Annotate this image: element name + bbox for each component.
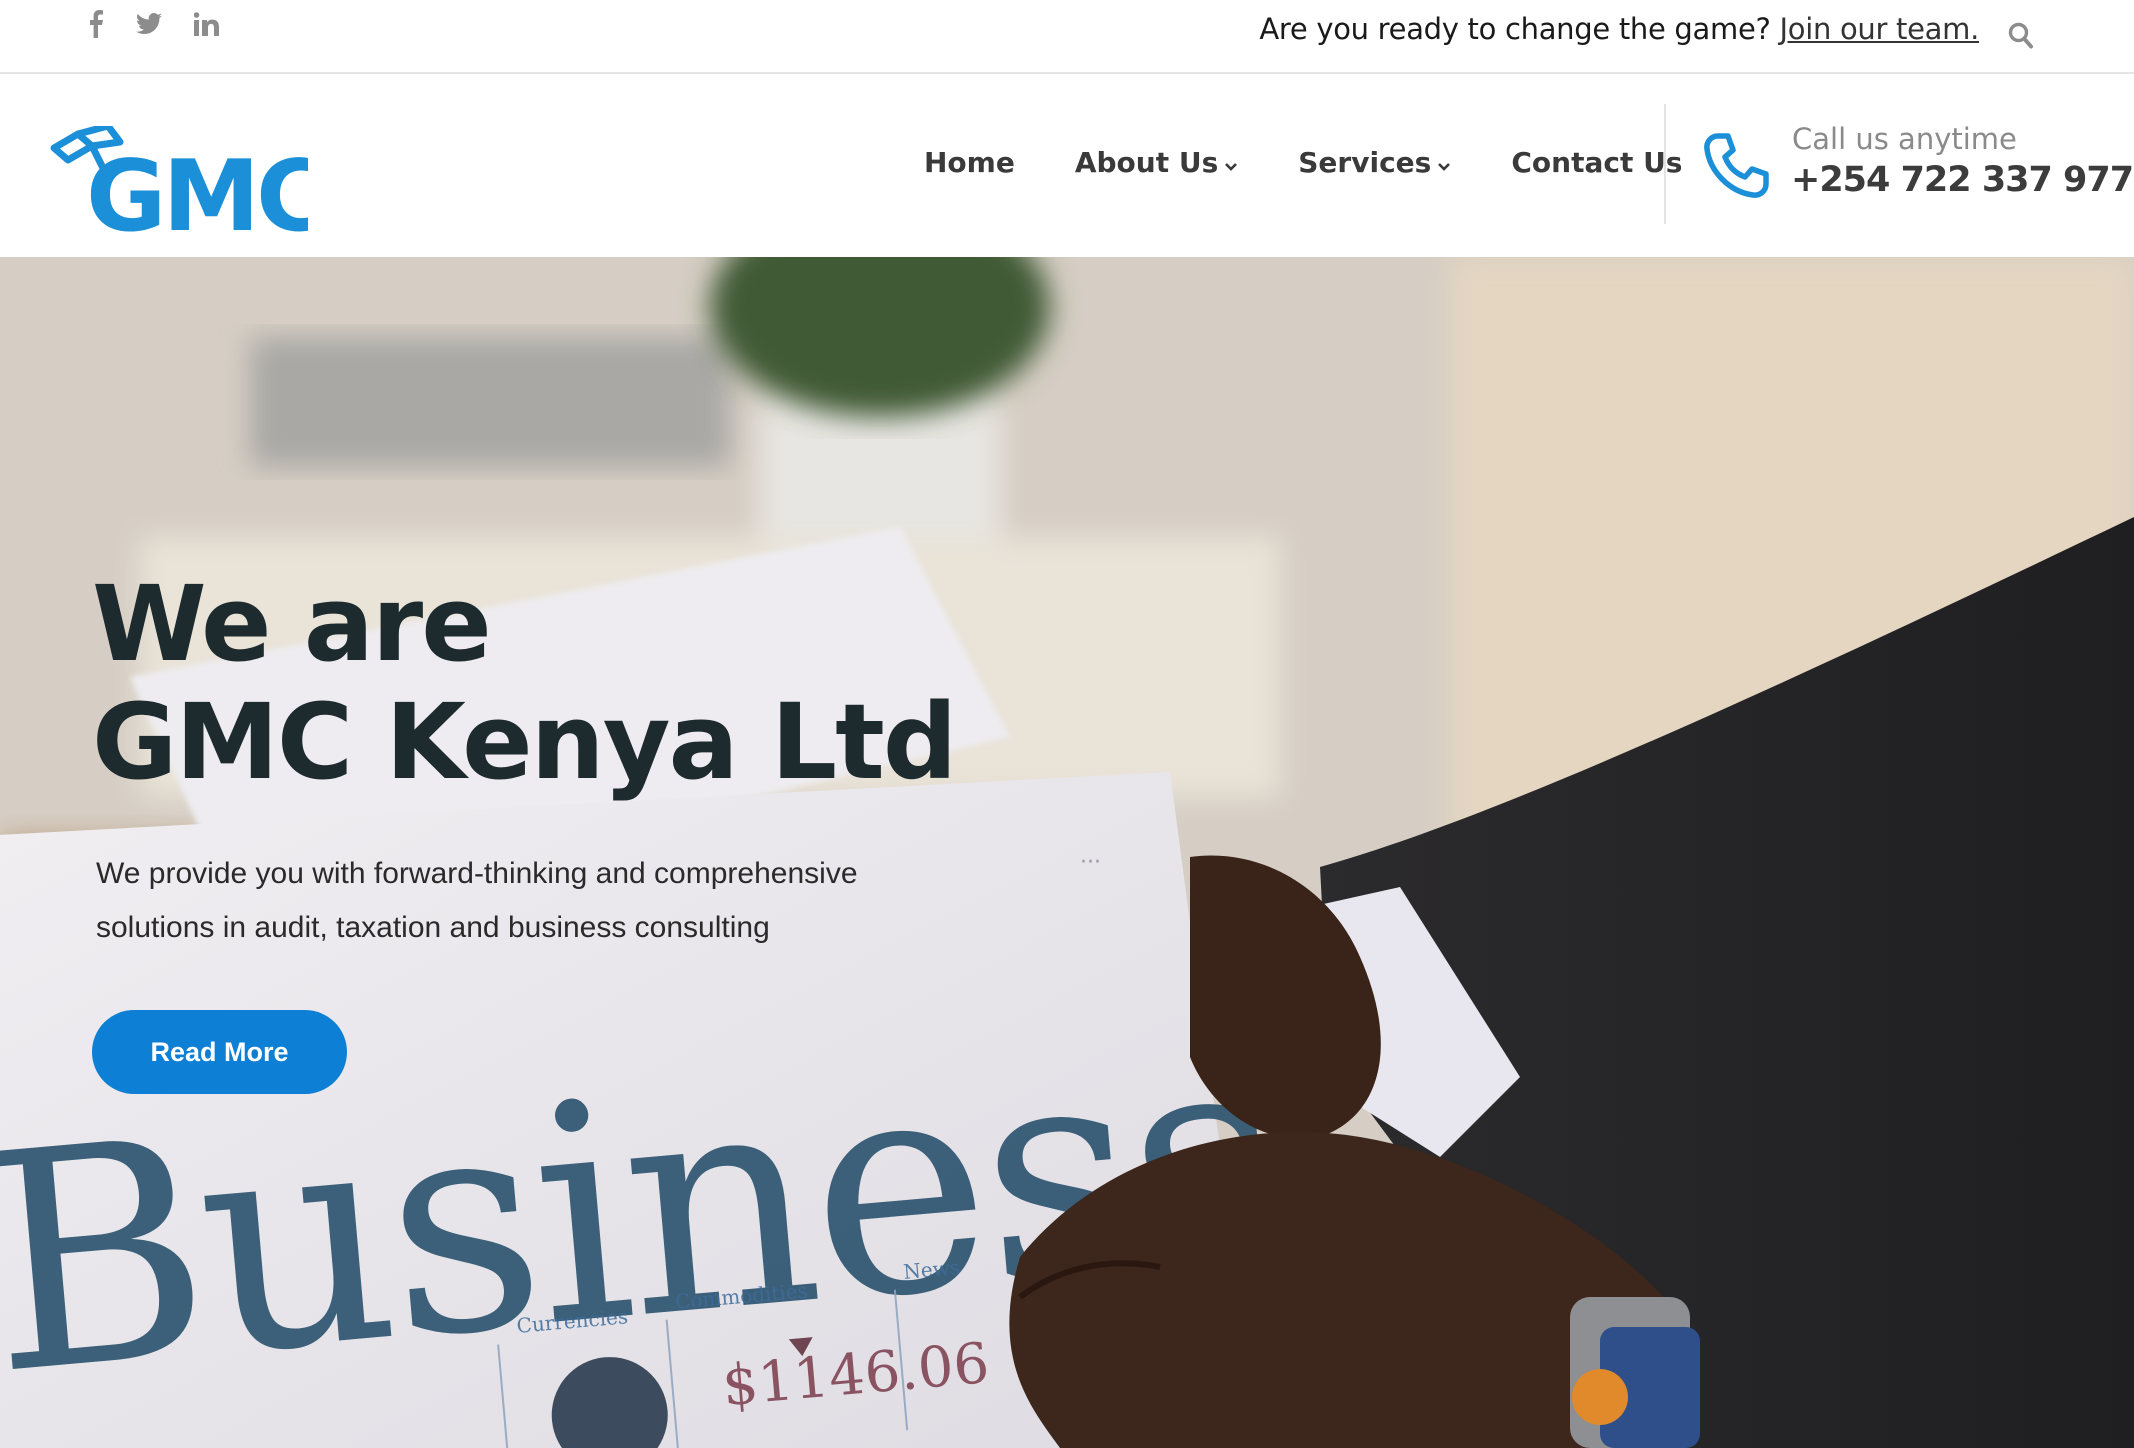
chevron-down-icon [1224, 146, 1238, 179]
recruit-message: Are you ready to change the game? Join o… [1259, 12, 1979, 46]
hero-title-line-2: GMC Kenya Ltd [92, 681, 957, 803]
read-more-button[interactable]: Read More [92, 1010, 347, 1094]
search-icon[interactable] [2008, 22, 2034, 55]
top-bar: Are you ready to change the game? Join o… [0, 0, 2134, 74]
nav-home-label: Home [924, 146, 1015, 179]
facebook-icon[interactable] [88, 10, 104, 38]
nav-contact-us[interactable]: Contact Us [1511, 146, 1682, 179]
nav-services-label: Services [1298, 146, 1432, 179]
join-team-link[interactable]: Join our team. [1780, 12, 1980, 46]
logo[interactable]: GMC [48, 122, 328, 256]
twitter-icon[interactable] [136, 13, 162, 35]
main-header: GMC Home About Us Services Contact Us Ca… [0, 74, 2134, 257]
phone-number-link[interactable]: +254 722 337 977 [1791, 160, 2134, 200]
chevron-down-icon [1437, 146, 1451, 179]
nav-about-us-label: About Us [1074, 146, 1219, 179]
recruit-text: Are you ready to change the game? [1259, 12, 1771, 46]
logo-text: GMC [86, 140, 308, 254]
nav-about-us[interactable]: About Us [1075, 146, 1238, 179]
svg-text:···: ··· [1080, 850, 1101, 875]
main-nav: Home About Us Services Contact Us [924, 146, 1742, 179]
phone-icon [1700, 130, 1772, 207]
nav-services[interactable]: Services [1298, 146, 1451, 179]
hero-description: We provide you with forward-thinking and… [96, 857, 858, 944]
social-links [88, 10, 219, 38]
hero-section: ··· Business Currencies Commodities News… [0, 257, 2134, 1448]
linkedin-icon[interactable] [194, 12, 219, 36]
newspaper-section-news: News [902, 1255, 961, 1284]
call-label: Call us anytime [1792, 122, 2017, 156]
header-divider [1664, 104, 1666, 224]
hero-title-line-1: We are [92, 563, 492, 685]
nav-contact-us-label: Contact Us [1511, 146, 1683, 179]
hero-title: We are GMC Kenya Ltd [92, 563, 957, 803]
nav-home[interactable]: Home [924, 146, 1015, 179]
